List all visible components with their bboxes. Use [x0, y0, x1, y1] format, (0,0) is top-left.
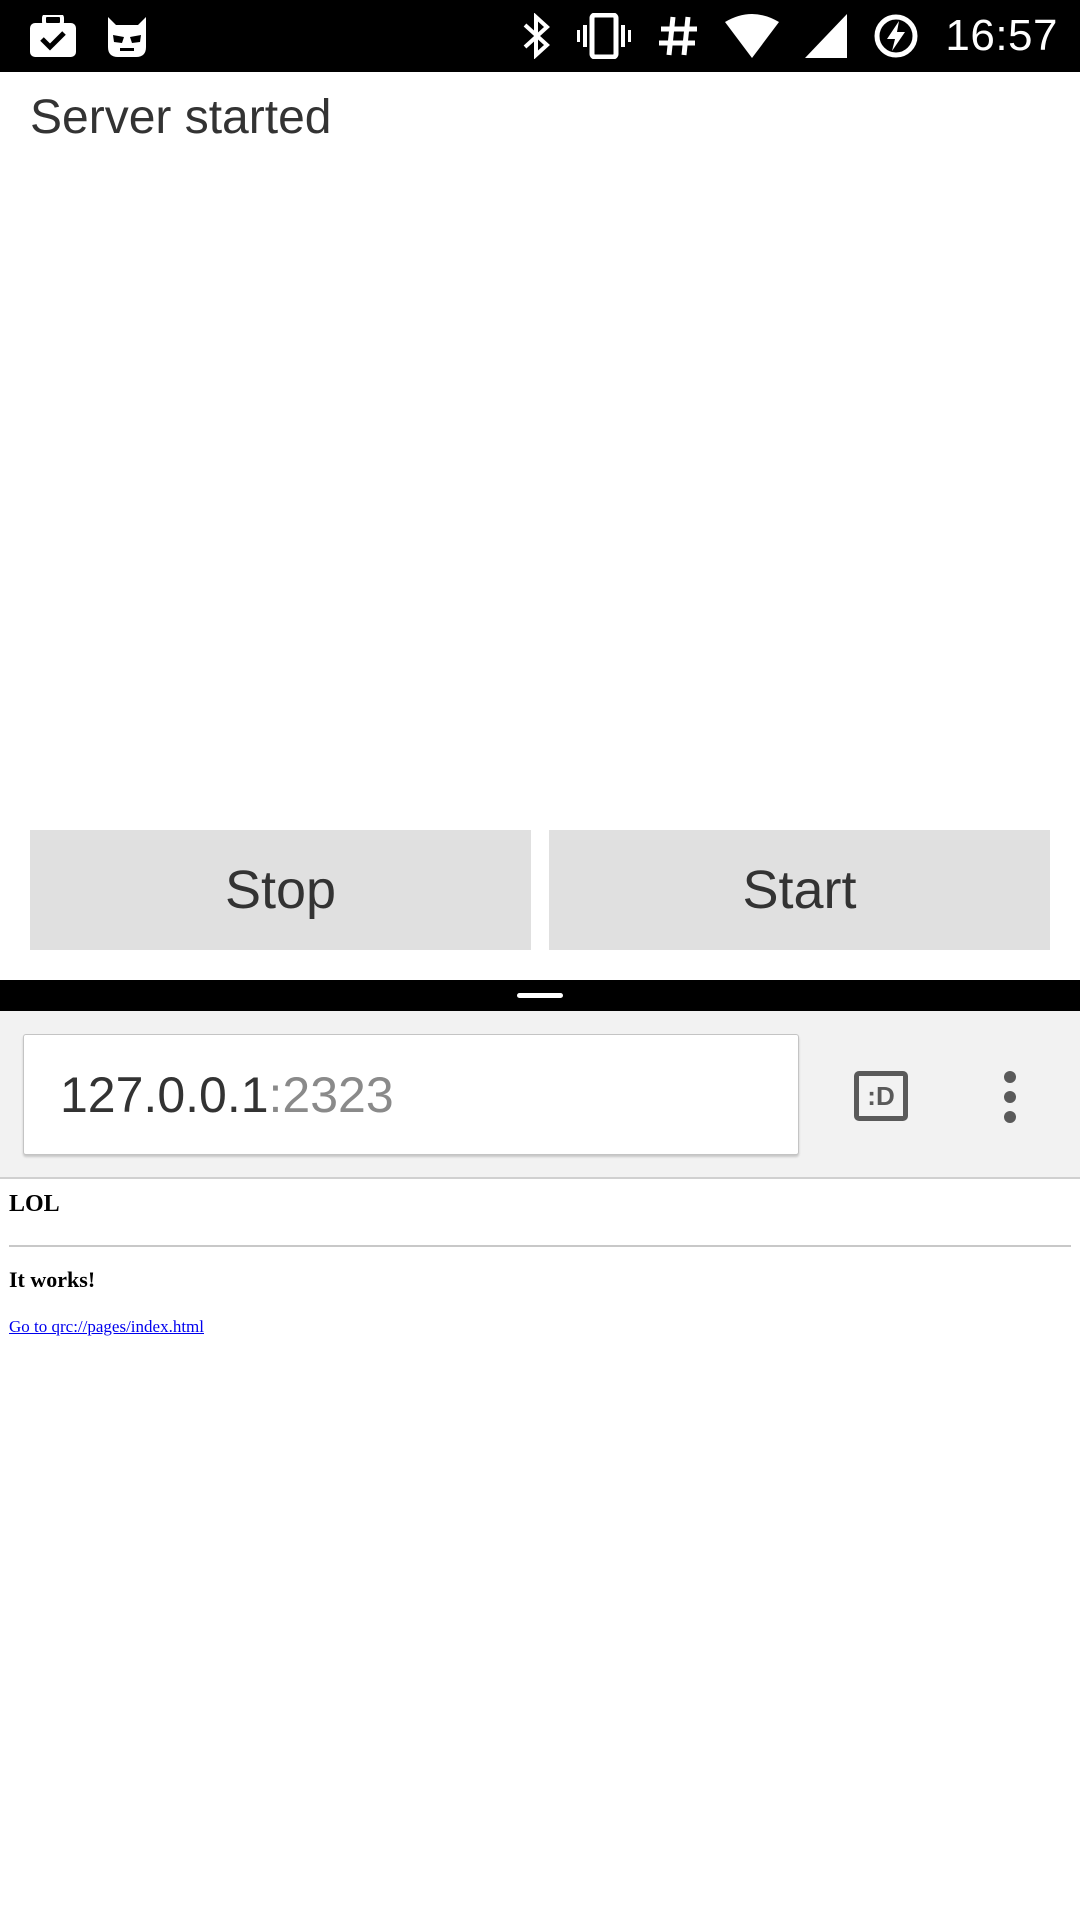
horizontal-rule: [9, 1245, 1071, 1247]
bluetooth-icon: [521, 13, 551, 59]
page-heading: LOL: [9, 1191, 60, 1217]
briefcase-check-icon: [30, 15, 76, 57]
cell-signal-icon: [805, 14, 848, 58]
url-port: :2323: [268, 1066, 394, 1123]
stop-button[interactable]: Stop: [30, 830, 531, 950]
tab-switcher-button[interactable]: :D: [854, 1071, 908, 1121]
url-host: 127.0.0.1: [60, 1066, 269, 1123]
clock: 16:57: [945, 11, 1058, 60]
wifi-icon: [725, 14, 780, 58]
battery-charging-icon: [873, 13, 919, 59]
server-status-text: Server started: [30, 91, 332, 144]
divider-handle[interactable]: [517, 993, 563, 998]
server-app: Server started Stop Start: [0, 72, 1080, 980]
system-icons: 16:57: [521, 0, 1058, 72]
split-screen-divider[interactable]: [0, 980, 1080, 1011]
vibrate-icon: [577, 13, 632, 59]
browser-toolbar: 127.0.0.1:2323 :D: [0, 1011, 1080, 1179]
notification-icons: [30, 12, 150, 60]
overflow-menu-icon[interactable]: [990, 1069, 1030, 1125]
status-bar: 16:57: [0, 0, 1080, 72]
url-bar[interactable]: 127.0.0.1:2323: [23, 1034, 799, 1155]
hash-icon: [657, 13, 699, 59]
start-button[interactable]: Start: [549, 830, 1050, 950]
page-subheading: It works!: [9, 1267, 96, 1292]
web-page-content: LOL It works! Go to qrc://pages/index.ht…: [0, 1179, 1080, 1920]
cyanogen-mascot-icon: [104, 15, 150, 57]
index-page-link[interactable]: Go to qrc://pages/index.html: [9, 1317, 204, 1337]
